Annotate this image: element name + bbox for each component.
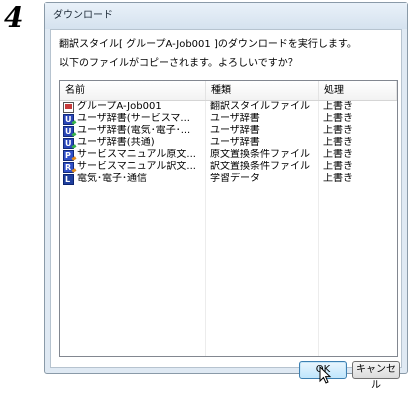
cell-action: 上書き bbox=[323, 101, 353, 112]
cell-action: 上書き bbox=[323, 173, 353, 184]
message-line-2: 以下のファイルがコピーされます。よろしいですか？ bbox=[59, 58, 298, 69]
column-header-type[interactable]: 種類 bbox=[206, 81, 319, 100]
cell-action: 上書き bbox=[323, 149, 353, 160]
source-replace-icon: P bbox=[63, 149, 74, 161]
translation-replace-icon: R bbox=[63, 161, 74, 173]
file-name: ユーザ辞書(電気･電子･... bbox=[77, 125, 191, 136]
cell-name: グループA-Job001 bbox=[60, 101, 206, 113]
cell-type: ユーザ辞書 bbox=[210, 125, 260, 136]
cell-name: U ユーザ辞書(サービスマ... bbox=[60, 113, 206, 125]
file-list[interactable]: 名前 種類 処理 グループA-Job001 翻訳スタイルファイル 上書き U ユーザ辞書… bbox=[59, 80, 398, 357]
cell-type: 学習データ bbox=[210, 173, 260, 184]
list-body: グループA-Job001 翻訳スタイルファイル 上書き U ユーザ辞書(サービスマ...… bbox=[60, 101, 397, 356]
table-row[interactable]: U ユーザ辞書(共通) ユーザ辞書 上書き bbox=[60, 137, 397, 149]
table-row[interactable]: U ユーザ辞書(電気･電子･... ユーザ辞書 上書き bbox=[60, 125, 397, 137]
file-name: サービスマニュアル原文... bbox=[77, 149, 196, 160]
dialog-title: ダウンロード bbox=[45, 3, 407, 29]
cell-type: ユーザ辞書 bbox=[210, 137, 260, 148]
file-name: 電気･電子･通信 bbox=[77, 173, 147, 184]
file-name: ユーザ辞書(サービスマ... bbox=[77, 113, 190, 124]
column-header-action[interactable]: 処理 bbox=[319, 81, 397, 100]
cell-name: U ユーザ辞書(電気･電子･... bbox=[60, 125, 206, 137]
cell-type: 翻訳スタイルファイル bbox=[210, 101, 310, 112]
step-number: 4 bbox=[4, 1, 24, 34]
cell-type: ユーザ辞書 bbox=[210, 113, 260, 124]
table-row[interactable]: グループA-Job001 翻訳スタイルファイル 上書き bbox=[60, 101, 397, 113]
cancel-button[interactable]: キャンセル bbox=[352, 361, 400, 391]
download-dialog: ダウンロード 翻訳スタイル[ グループA-Job001 ]のダウンロードを実行し… bbox=[44, 2, 408, 391]
table-row[interactable]: R サービスマニュアル訳文... 訳文置換条件ファイル 上書き bbox=[60, 161, 397, 173]
cell-action: 上書き bbox=[323, 161, 353, 172]
user-dictionary-icon: U bbox=[63, 137, 74, 149]
file-name: ユーザ辞書(共通) bbox=[77, 137, 155, 148]
cell-type: 原文置換条件ファイル bbox=[210, 149, 310, 160]
user-dictionary-icon: U bbox=[63, 113, 74, 125]
cell-name: R サービスマニュアル訳文... bbox=[60, 161, 206, 173]
cell-action: 上書き bbox=[323, 113, 353, 124]
table-row[interactable]: U ユーザ辞書(サービスマ... ユーザ辞書 上書き bbox=[60, 113, 397, 125]
table-row[interactable]: L 電気･電子･通信 学習データ 上書き bbox=[60, 173, 397, 185]
cell-type: 訳文置換条件ファイル bbox=[210, 161, 310, 172]
table-row[interactable]: P サービスマニュアル原文... 原文置換条件ファイル 上書き bbox=[60, 149, 397, 161]
column-header-name[interactable]: 名前 bbox=[60, 81, 206, 100]
cell-name: U ユーザ辞書(共通) bbox=[60, 137, 206, 149]
mouse-cursor-icon bbox=[319, 366, 332, 384]
file-name: グループA-Job001 bbox=[77, 101, 162, 112]
file-name: サービスマニュアル訳文... bbox=[77, 161, 196, 172]
cell-action: 上書き bbox=[323, 125, 353, 136]
job-file-icon bbox=[63, 101, 74, 113]
message-line-1: 翻訳スタイル[ グループA-Job001 ]のダウンロードを実行します。 bbox=[59, 39, 357, 50]
cell-action: 上書き bbox=[323, 137, 353, 148]
cell-name: P サービスマニュアル原文... bbox=[60, 149, 206, 161]
cell-name: L 電気･電子･通信 bbox=[60, 173, 206, 185]
learning-data-icon: L bbox=[63, 173, 74, 185]
user-dictionary-icon: U bbox=[63, 125, 74, 137]
dialog-client: 翻訳スタイル[ グループA-Job001 ]のダウンロードを実行します。 以下の… bbox=[50, 29, 402, 391]
list-header: 名前 種類 処理 bbox=[60, 81, 397, 101]
